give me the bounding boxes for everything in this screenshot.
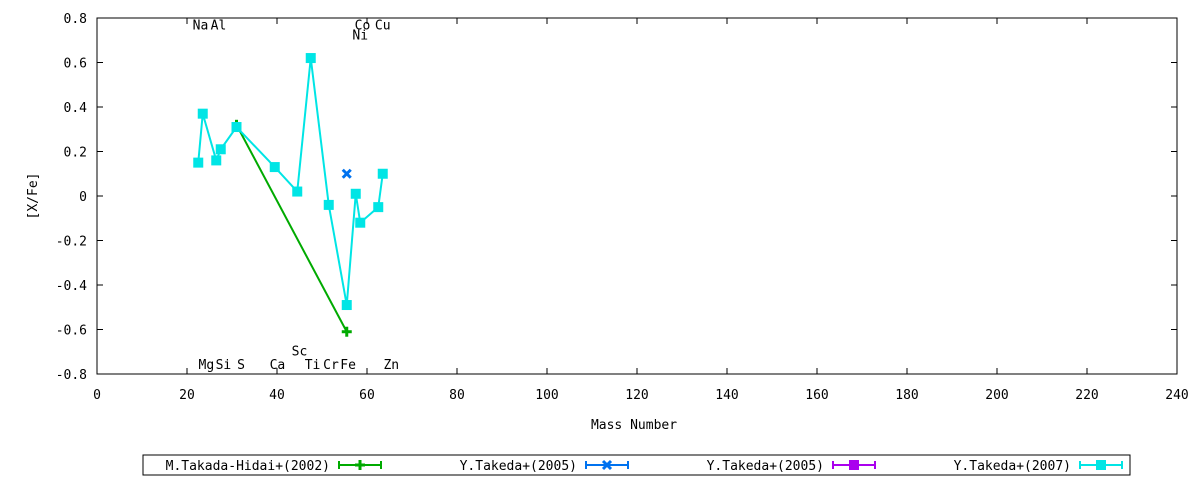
- legend-swatch: [832, 460, 876, 470]
- data-point: [373, 202, 384, 213]
- data-point: [341, 326, 352, 337]
- element-label: Mg: [199, 358, 215, 373]
- element-label: Al: [211, 19, 227, 34]
- legend-marker: [355, 460, 365, 470]
- element-label: Zn: [383, 358, 399, 373]
- x-tick-label: 220: [1075, 388, 1098, 403]
- legend-swatch: [585, 459, 629, 471]
- chart: 0 20 40 60 80 100 120 140 160 180 200 220 240 0.8 0.6…: [26, 12, 1189, 476]
- data-point: [377, 168, 388, 179]
- y-tick-label: -0.2: [56, 235, 87, 250]
- x-tick-label: 20: [179, 388, 195, 403]
- y-tick-label: -0.8: [56, 368, 87, 383]
- legend-label: Y.Takeda+(2005): [460, 459, 577, 474]
- data-point: [323, 199, 334, 210]
- y-axis-ticks: 0.8 0.6 0.4 0.2 0 -0.2 -0.4 -0.6 -0.8: [56, 12, 1177, 383]
- data-point: [269, 162, 280, 173]
- series-line: [235, 124, 348, 333]
- x-tick-label: 160: [805, 388, 828, 403]
- element-label: Fe: [340, 358, 356, 373]
- data-point: [231, 122, 242, 133]
- element-label: Si: [216, 358, 232, 373]
- plot-frame: [96, 17, 1178, 375]
- data-point: [355, 217, 366, 228]
- x-tick-label: 120: [625, 388, 648, 403]
- data-point: [292, 186, 303, 197]
- x-tick-label: 0: [93, 388, 101, 403]
- x-tick-label: 80: [449, 388, 465, 403]
- x-tick-label: 140: [715, 388, 738, 403]
- element-label: S: [237, 358, 245, 373]
- element-label: Ti: [305, 358, 321, 373]
- x-tick-label: 100: [535, 388, 558, 403]
- y-tick-label: -0.6: [56, 324, 87, 339]
- y-tick-label: 0.8: [64, 12, 87, 27]
- data-point: [211, 155, 222, 166]
- series-layer: [193, 53, 388, 337]
- y-tick-label: 0.6: [64, 57, 87, 72]
- y-tick-label: 0.4: [64, 101, 88, 116]
- x-tick-label: 60: [359, 388, 375, 403]
- x-tick-label: 200: [985, 388, 1008, 403]
- y-axis-label: [X/Fe]: [26, 173, 41, 220]
- element-label: Ca: [270, 358, 286, 373]
- legend-swatch: [1079, 460, 1123, 470]
- series-3: [193, 53, 388, 311]
- legend-marker: [849, 460, 859, 470]
- y-tick-label: 0.2: [64, 146, 87, 161]
- legend: M.Takada-Hidai+(2002) Y.Takeda+(2005) Y.Ta…: [166, 459, 1123, 474]
- data-point: [193, 157, 204, 168]
- x-axis-label: Mass Number: [591, 418, 677, 433]
- y-tick-label: 0: [79, 190, 87, 205]
- series-1: [341, 168, 352, 179]
- data-point: [341, 300, 352, 311]
- legend-swatch: [338, 460, 382, 470]
- data-point: [341, 168, 352, 179]
- data-point: [350, 188, 361, 199]
- legend-label: M.Takada-Hidai+(2002): [166, 459, 330, 474]
- data-point: [305, 53, 316, 64]
- x-tick-label: 180: [895, 388, 918, 403]
- data-point: [215, 144, 226, 155]
- legend-marker: [1096, 460, 1106, 470]
- series-line: [197, 57, 384, 306]
- element-label: Cu: [375, 19, 391, 34]
- element-label: Ni: [352, 29, 368, 44]
- data-point: [197, 108, 208, 119]
- element-label: Na: [193, 19, 209, 34]
- element-label: Cr: [323, 358, 339, 373]
- x-tick-label: 240: [1165, 388, 1188, 403]
- legend-label: Y.Takeda+(2005): [707, 459, 824, 474]
- y-tick-label: -0.4: [56, 279, 87, 294]
- legend-label: Y.Takeda+(2007): [954, 459, 1071, 474]
- x-axis-ticks: 0 20 40 60 80 100 120 140 160 180 200 220 240: [93, 18, 1189, 403]
- x-tick-label: 40: [269, 388, 285, 403]
